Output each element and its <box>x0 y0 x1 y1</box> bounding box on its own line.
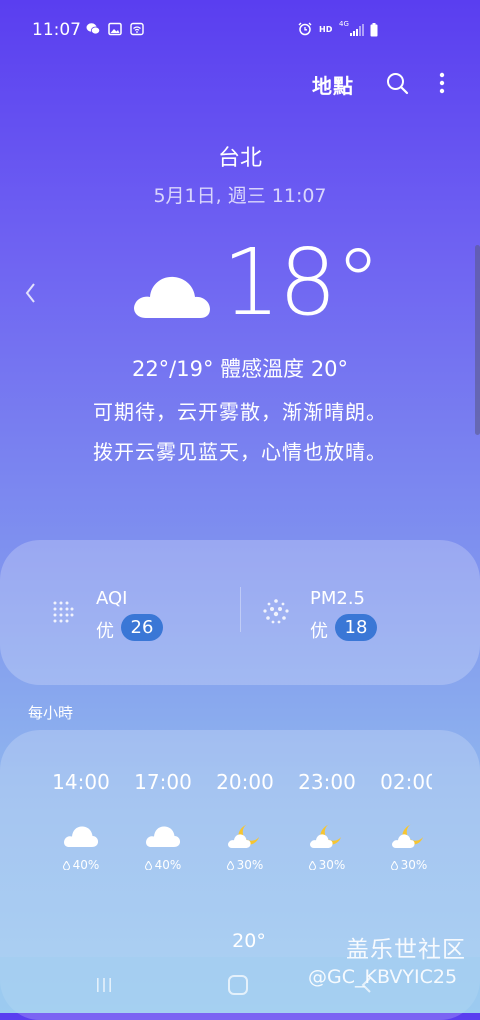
aqi-value-badge: 26 <box>121 614 163 641</box>
wifi-icon <box>130 22 144 36</box>
raindrop-icon <box>308 861 316 870</box>
hour-time: 14:00 <box>52 770 110 794</box>
hour-time: 23:00 <box>298 770 356 794</box>
date-time: 5月1日, 週三 11:07 <box>153 185 327 207</box>
pm25-level: 优 <box>310 621 328 642</box>
city-name: 台北 <box>217 146 262 171</box>
chevron-left-icon[interactable] <box>22 280 38 306</box>
rain-percent: 30% <box>400 858 428 872</box>
rain-percent: 30% <box>236 858 264 872</box>
moon-cloud-icon <box>310 824 341 848</box>
aqi-label: AQI <box>96 588 128 609</box>
weather-description-line1: 可期待，云开雾散，渐渐晴朗。 <box>93 400 387 424</box>
hourly-item: 20:00 30% <box>204 768 286 872</box>
hourly-section-title: 每小時 <box>28 704 74 722</box>
temperature-range: 22°/19° 體感溫度 20° <box>131 357 349 381</box>
divider <box>240 587 241 632</box>
hour-time: 02:00 <box>380 770 432 794</box>
cloud-icon <box>146 826 181 847</box>
raindrop-icon <box>144 861 152 870</box>
cloud-icon <box>134 276 210 318</box>
rain-chance: 30% <box>368 858 432 872</box>
watermark-user: @GC_KBVYIC25 <box>308 966 458 988</box>
cloud-icon <box>64 826 99 847</box>
home-button[interactable] <box>228 975 248 995</box>
rain-chance: 40% <box>40 858 122 872</box>
battery-icon <box>370 23 378 37</box>
raindrop-icon <box>226 861 234 870</box>
signal-icon <box>350 24 364 36</box>
rain-percent: 40% <box>72 858 100 872</box>
moon-cloud-icon <box>392 824 423 848</box>
watermark-brand: 盖乐世社区 <box>346 937 466 963</box>
search-icon[interactable] <box>385 71 409 95</box>
raindrop-icon <box>390 861 398 870</box>
aqi-dots-icon <box>53 601 74 623</box>
hourly-item: 14:00 40% <box>40 768 122 872</box>
raindrop-icon <box>62 861 70 870</box>
location-button[interactable]: 地點 <box>312 70 354 99</box>
current-temperature: 18° <box>222 229 381 336</box>
wechat-icon <box>86 23 100 35</box>
alarm-icon <box>298 22 312 36</box>
hour-time: 20:00 <box>216 770 274 794</box>
rain-percent: 40% <box>154 858 182 872</box>
weather-description-line2: 拨开云雾见蓝天，心情也放晴。 <box>93 440 387 464</box>
hd-indicator: HD <box>319 25 333 34</box>
more-options-icon[interactable] <box>430 71 454 95</box>
hourly-item: 17:00 40% <box>122 768 204 872</box>
recent-apps-icon[interactable] <box>95 976 113 994</box>
gallery-icon <box>108 22 122 36</box>
status-time: 11:07 <box>32 20 81 40</box>
hour-time: 17:00 <box>134 770 192 794</box>
hourly-strip[interactable]: 14:00 40% 17:00 40% 20:00 30% 23:00 30% … <box>40 768 432 888</box>
rain-chance: 30% <box>286 858 368 872</box>
hourly-item: 23:00 30% <box>286 768 368 872</box>
rain-chance: 40% <box>122 858 204 872</box>
network-type: 4G <box>339 20 349 28</box>
moon-cloud-icon <box>228 824 259 848</box>
rain-chance: 30% <box>204 858 286 872</box>
pm25-label: PM2.5 <box>310 588 366 609</box>
rain-percent: 30% <box>318 858 346 872</box>
hourly-item: 02:00 30% <box>368 768 432 872</box>
pm25-particles-icon <box>263 599 289 624</box>
pm25-value-badge: 18 <box>335 614 377 641</box>
edge-panel-handle[interactable] <box>475 245 480 435</box>
aqi-level: 优 <box>96 621 114 642</box>
